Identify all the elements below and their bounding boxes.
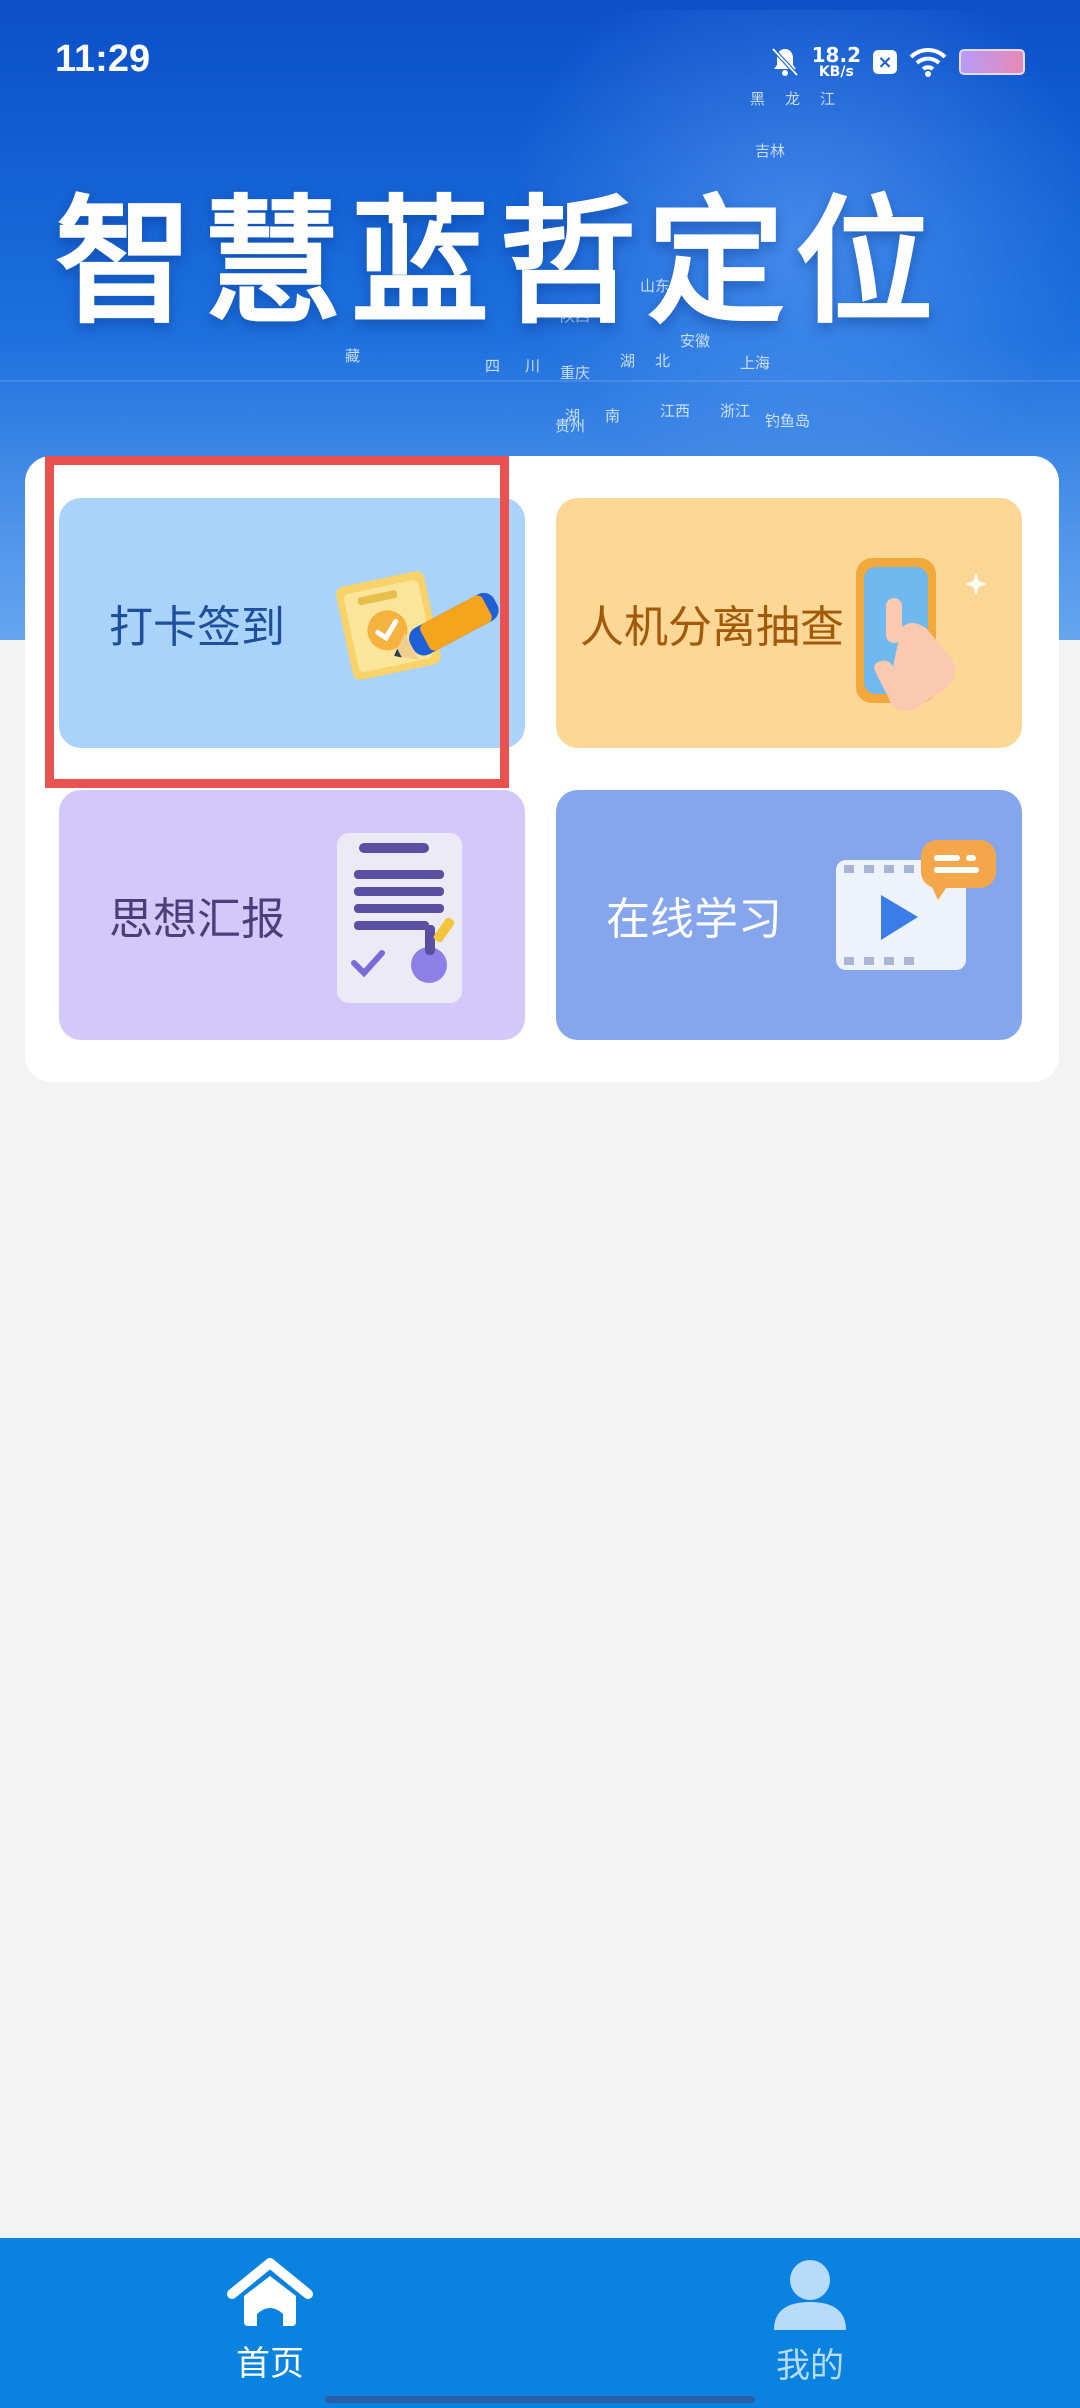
menu-tile-online-learning[interactable]: 在线学习 <box>556 790 1022 1040</box>
map-label: 上海 <box>740 354 771 372</box>
menu-tile-label: 人机分离抽查 <box>580 602 844 653</box>
home-icon <box>227 2258 313 2326</box>
nav-label: 首页 <box>236 2344 304 2384</box>
map-label: 钓鱼岛 <box>765 412 811 430</box>
map-label: 贵州 <box>555 417 586 435</box>
status-bar: 11:29 18.2 KB/s × <box>0 0 1080 120</box>
menu-tile-thought-report[interactable]: 思想汇报 <box>59 790 525 1040</box>
close-square-icon: × <box>873 50 897 74</box>
wifi-icon <box>909 47 947 77</box>
nav-label: 我的 <box>776 2346 844 2386</box>
network-speed-value: 18.2 <box>811 43 861 67</box>
map-label: 川 <box>525 357 541 375</box>
user-icon <box>774 2260 846 2330</box>
map-label: 湖 <box>620 352 636 370</box>
map-label: 浙江 <box>720 402 751 420</box>
report-document-icon <box>337 833 462 1003</box>
battery-icon <box>959 49 1025 75</box>
map-label: 南 <box>605 407 621 425</box>
status-time: 11:29 <box>55 38 151 80</box>
nav-item-mine[interactable]: 我的 <box>710 2258 910 2387</box>
menu-tile-label: 思想汇报 <box>109 894 285 945</box>
bell-mute-icon <box>771 47 799 77</box>
nav-item-home[interactable]: 首页 <box>170 2258 370 2385</box>
network-speed: 18.2 KB/s <box>812 45 861 79</box>
home-indicator <box>325 2396 755 2403</box>
video-learning-icon <box>836 840 996 970</box>
highlight-box <box>45 456 509 788</box>
network-speed-unit: KB/s <box>818 64 854 80</box>
bottom-nav: 首页 我的 <box>0 2238 1080 2408</box>
menu-tile-label: 在线学习 <box>606 894 782 945</box>
map-label: 重庆 <box>560 364 591 382</box>
app-title: 智慧蓝哲定位 <box>55 182 944 343</box>
map-label: 北 <box>655 352 671 370</box>
map-label: 四 <box>485 357 501 375</box>
menu-tile-separation-check[interactable]: 人机分离抽查 <box>556 498 1022 748</box>
status-icons: 18.2 KB/s × <box>770 40 1025 84</box>
phone-touch-icon <box>856 558 987 712</box>
map-label: 江西 <box>660 402 691 420</box>
